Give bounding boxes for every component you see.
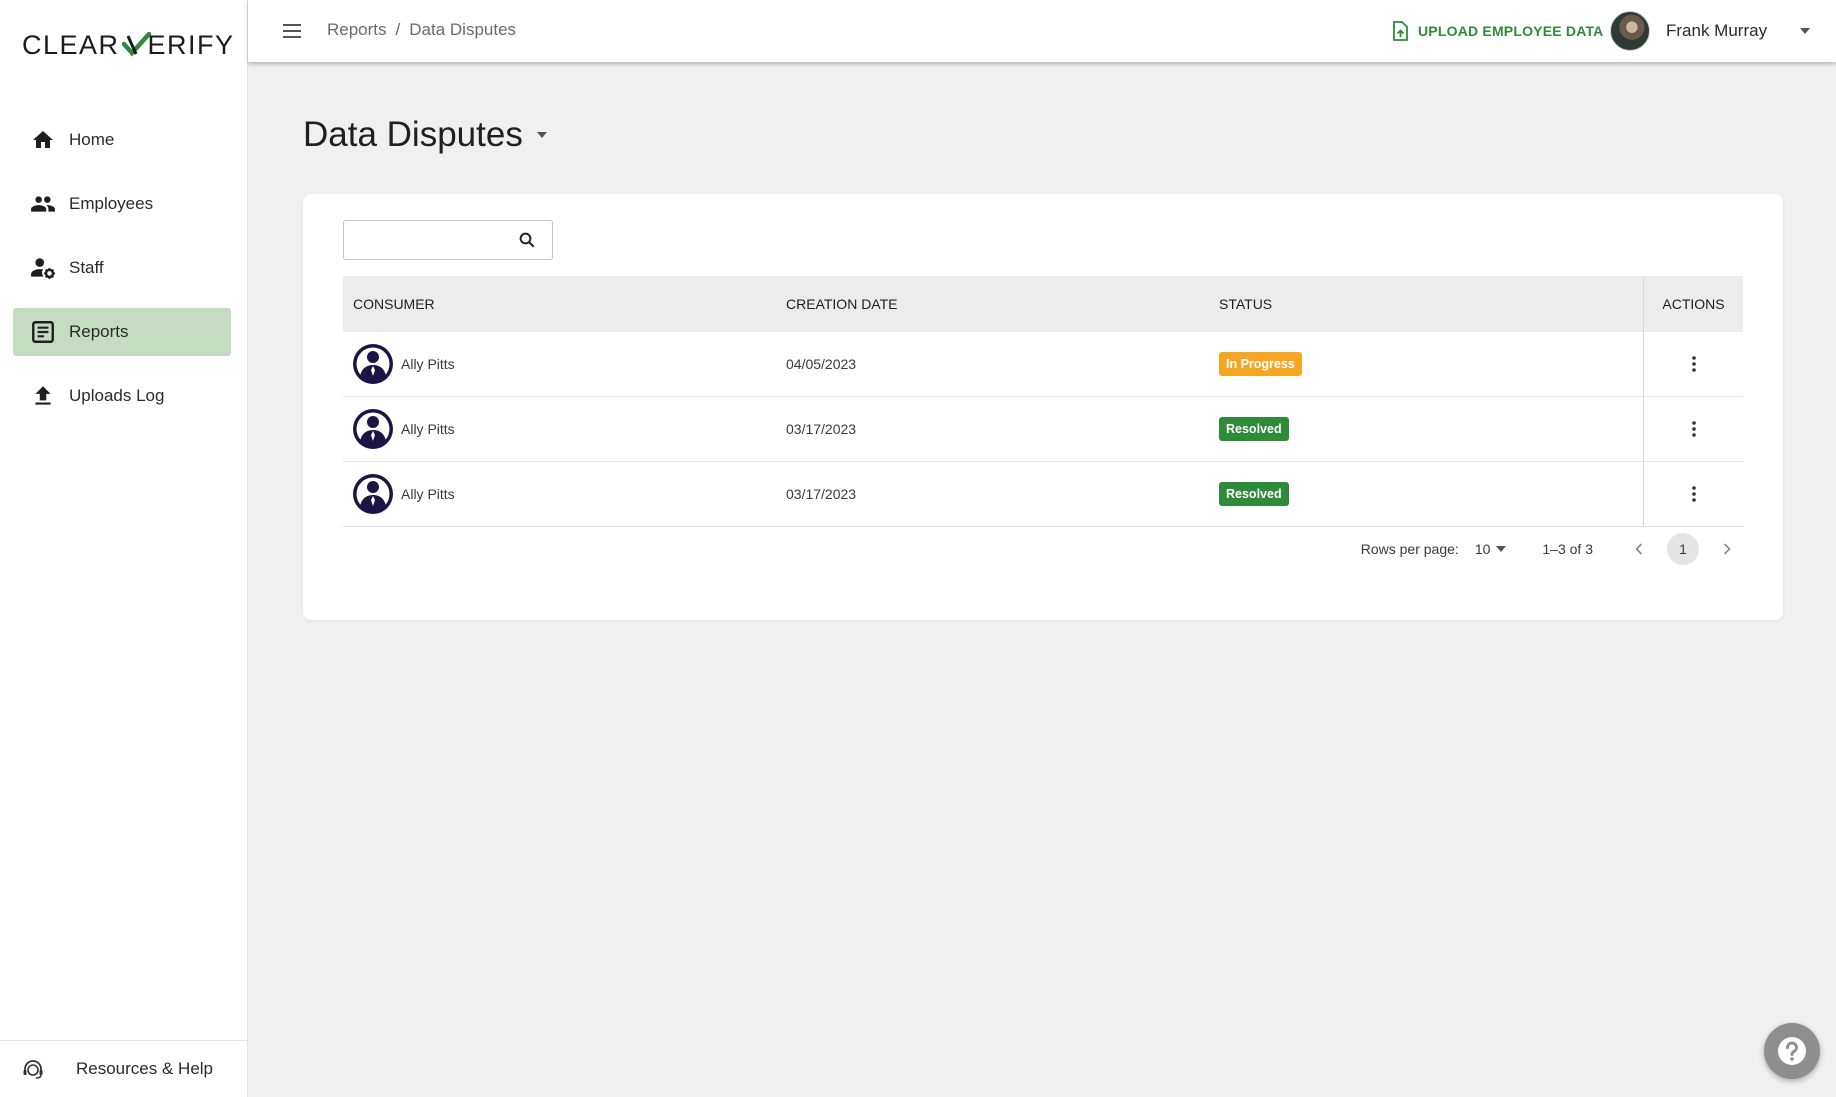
more-vert-icon — [1691, 421, 1696, 437]
search-icon[interactable] — [518, 231, 536, 254]
person-avatar-icon — [353, 344, 393, 384]
table-row[interactable]: Ally Pitts 03/17/2023 Resolved — [343, 397, 1743, 462]
resources-help-label: Resources & Help — [76, 1059, 214, 1078]
row-actions-button[interactable] — [1643, 397, 1743, 461]
creation-date-cell: 03/17/2023 — [786, 486, 857, 502]
top-bar: Reports / Data Disputes UPLOAD EMPLOYEE … — [248, 0, 1836, 62]
more-vert-icon — [1691, 486, 1696, 502]
disputes-table: CONSUMER CREATION DATE STATUS ACTIONS Al… — [343, 276, 1743, 527]
consumer-cell: Ally Pitts — [353, 332, 455, 396]
breadcrumb-reports[interactable]: Reports — [327, 20, 387, 40]
rows-per-page-label: Rows per page: — [1360, 541, 1459, 557]
rows-per-page-select[interactable]: 10 — [1475, 541, 1507, 557]
status-cell: In Progress — [1219, 332, 1302, 396]
help-button[interactable] — [1764, 1023, 1820, 1079]
sidebar: CLEAR ERIFY Home Employees Staff Reports… — [0, 0, 248, 1097]
chevron-down-icon — [1800, 28, 1811, 34]
upload-file-icon — [1393, 21, 1408, 41]
row-actions-button[interactable] — [1643, 462, 1743, 526]
hamburger-icon — [283, 24, 301, 38]
page-range: 1–3 of 3 — [1542, 541, 1593, 557]
breadcrumb-current: Data Disputes — [409, 20, 517, 39]
home-icon — [29, 126, 57, 154]
help-icon — [1778, 1037, 1806, 1065]
pagination: Rows per page: 10 1–3 of 3 1 — [1361, 532, 1743, 566]
sidebar-item-uploads-log[interactable]: Uploads Log — [13, 372, 231, 420]
logo-text-left: CLEAR — [22, 29, 120, 60]
report-icon — [29, 318, 57, 346]
logo[interactable]: CLEAR ERIFY — [22, 30, 235, 60]
status-cell: Resolved — [1219, 397, 1289, 461]
support-agent-icon — [20, 1056, 46, 1082]
consumer-name: Ally Pitts — [401, 356, 455, 372]
breadcrumb-separator: / — [395, 20, 401, 39]
logo-text-right: ERIFY — [147, 29, 235, 60]
chevron-left-icon — [1635, 543, 1643, 555]
status-badge: In Progress — [1219, 352, 1302, 376]
sidebar-item-label: Reports — [69, 322, 129, 341]
sidebar-item-home[interactable]: Home — [13, 116, 231, 164]
column-header-status[interactable]: STATUS — [1219, 296, 1272, 312]
sidebar-item-label: Home — [69, 130, 115, 149]
sidebar-nav: Home Employees Staff Reports Uploads Log — [13, 116, 231, 436]
consumer-cell: Ally Pitts — [353, 462, 455, 526]
sidebar-item-label: Staff — [69, 258, 104, 277]
column-header-consumer[interactable]: CONSUMER — [353, 296, 435, 312]
search-box — [343, 220, 553, 260]
status-badge: Resolved — [1219, 482, 1289, 506]
chevron-right-icon — [1723, 543, 1731, 555]
people-icon — [29, 190, 57, 218]
user-menu[interactable]: Frank Murray — [1610, 10, 1811, 52]
sidebar-item-staff[interactable]: Staff — [13, 244, 231, 292]
status-cell: Resolved — [1219, 462, 1289, 526]
sidebar-item-label: Uploads Log — [69, 386, 165, 405]
table-header: CONSUMER CREATION DATE STATUS ACTIONS — [343, 276, 1743, 332]
sidebar-item-reports[interactable]: Reports — [13, 308, 231, 356]
resources-help-link[interactable]: Resources & Help — [0, 1040, 248, 1097]
creation-date-cell: 03/17/2023 — [786, 421, 857, 437]
consumer-cell: Ally Pitts — [353, 397, 455, 461]
staff-settings-icon — [29, 254, 57, 282]
menu-button[interactable] — [278, 17, 306, 45]
avatar — [1610, 11, 1650, 51]
caret-down-icon — [536, 132, 547, 138]
person-avatar-icon — [353, 409, 393, 449]
consumer-name: Ally Pitts — [401, 486, 455, 502]
table-row[interactable]: Ally Pitts 03/17/2023 Resolved — [343, 462, 1743, 527]
page-number-button[interactable]: 1 — [1667, 533, 1699, 565]
next-page-button[interactable] — [1711, 533, 1743, 565]
user-name: Frank Murray — [1666, 21, 1768, 40]
rows-per-page-value: 10 — [1474, 541, 1491, 557]
page-title[interactable]: Data Disputes — [303, 115, 547, 155]
upload-employee-data-label: UPLOAD EMPLOYEE DATA — [1418, 23, 1604, 39]
search-input[interactable] — [352, 227, 512, 253]
row-actions-button[interactable] — [1643, 332, 1743, 396]
disputes-card: CONSUMER CREATION DATE STATUS ACTIONS Al… — [303, 194, 1783, 620]
creation-date-cell: 04/05/2023 — [786, 356, 857, 372]
page-title-text: Data Disputes — [303, 115, 523, 154]
previous-page-button[interactable] — [1623, 533, 1655, 565]
column-header-actions: ACTIONS — [1643, 276, 1743, 332]
status-badge: Resolved — [1219, 417, 1289, 441]
sidebar-item-employees[interactable]: Employees — [13, 180, 231, 228]
caret-down-icon — [1496, 546, 1507, 552]
table-row[interactable]: Ally Pitts 04/05/2023 In Progress — [343, 332, 1743, 397]
more-vert-icon — [1691, 356, 1696, 372]
sidebar-item-label: Employees — [69, 194, 154, 213]
upload-icon — [29, 382, 57, 410]
upload-employee-data-button[interactable]: UPLOAD EMPLOYEE DATA — [1392, 16, 1604, 46]
column-header-creation-date[interactable]: CREATION DATE — [786, 296, 898, 312]
breadcrumb: Reports / Data Disputes — [327, 20, 516, 40]
person-avatar-icon — [353, 474, 393, 514]
consumer-name: Ally Pitts — [401, 421, 455, 437]
